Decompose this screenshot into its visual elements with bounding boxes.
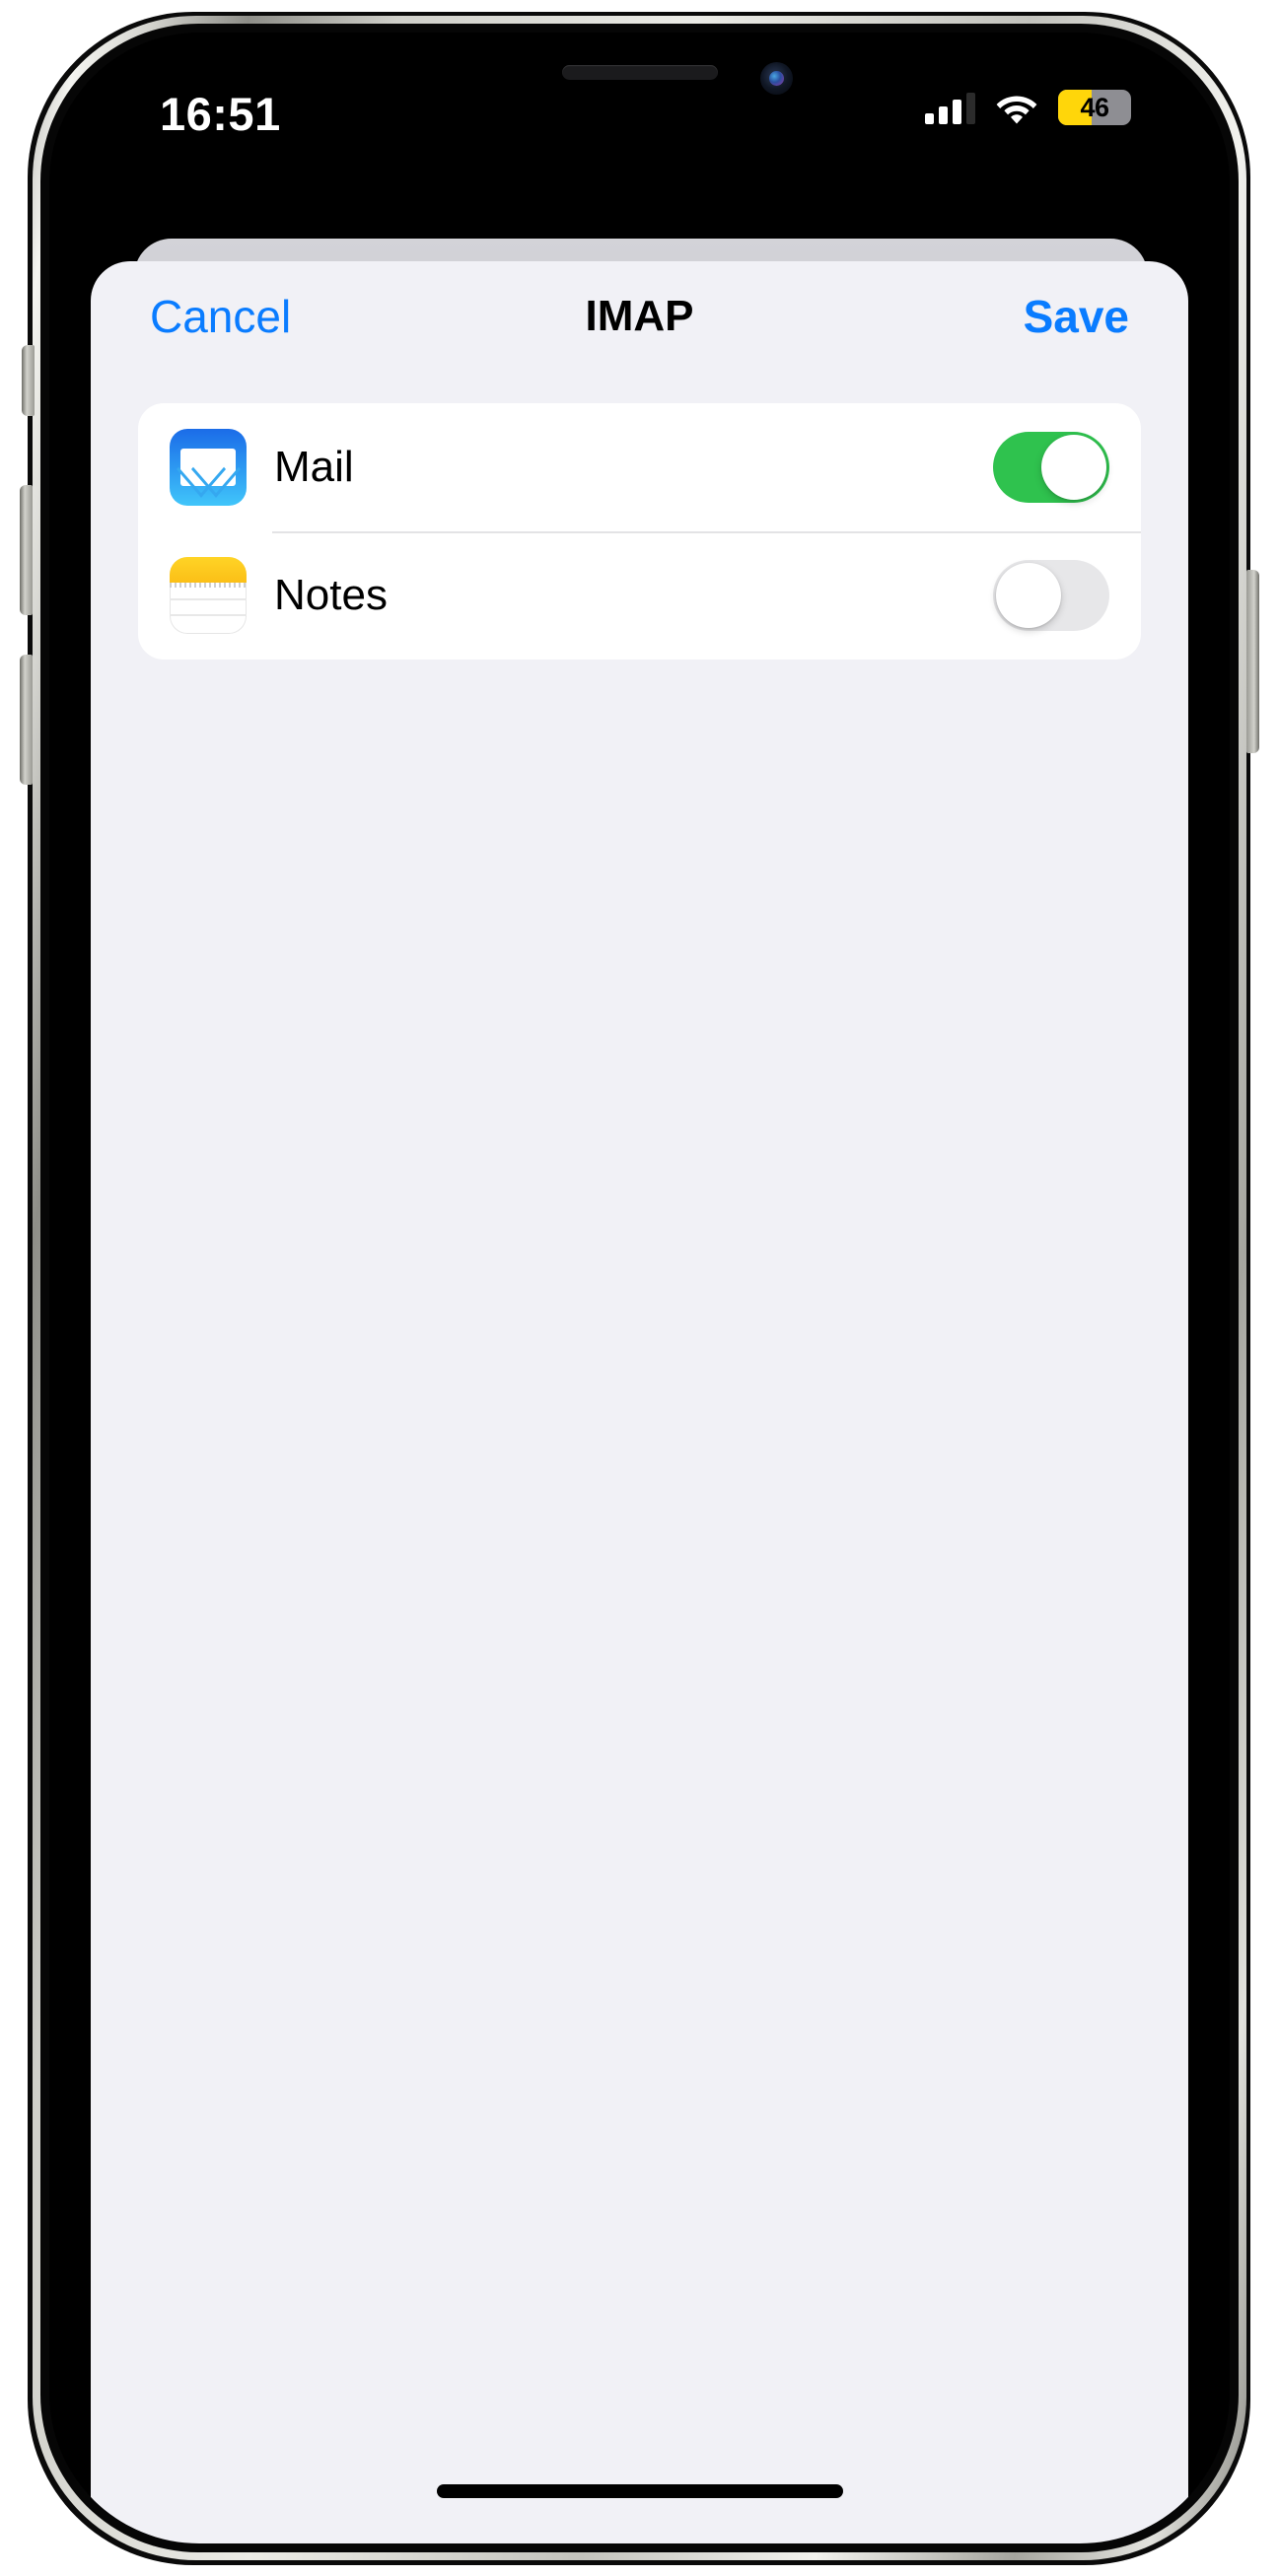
list-item-mail[interactable]: Mail	[138, 403, 1141, 531]
navigation-bar: Cancel IMAP Save	[91, 261, 1188, 372]
imap-settings-sheet: Cancel IMAP Save Mail Notes	[91, 261, 1188, 2543]
notes-icon-rule-line	[170, 598, 247, 600]
notes-icon-rule-line	[170, 614, 247, 616]
save-button[interactable]: Save	[1024, 294, 1129, 339]
status-bar: 16:51 46	[49, 33, 1230, 151]
volume-down-button[interactable]	[20, 655, 33, 785]
mail-toggle-knob	[1041, 435, 1106, 500]
list-item-label-mail: Mail	[274, 443, 354, 491]
volume-up-button[interactable]	[20, 485, 33, 615]
page-corner	[1249, 0, 1279, 138]
mute-switch-button[interactable]	[22, 345, 35, 416]
mail-toggle-switch[interactable]	[993, 432, 1109, 503]
services-list: Mail Notes	[138, 403, 1141, 660]
home-indicator[interactable]	[436, 2484, 843, 2498]
list-item-notes[interactable]: Notes	[138, 531, 1141, 660]
page-corner	[1249, 2438, 1279, 2576]
notes-icon-header-band	[170, 557, 247, 583]
envelope-icon	[180, 449, 236, 486]
cancel-button[interactable]: Cancel	[150, 294, 291, 339]
notes-app-icon	[170, 557, 247, 634]
list-item-label-notes: Notes	[274, 571, 388, 619]
notes-icon-perforation	[170, 583, 247, 588]
side-power-button[interactable]	[1246, 570, 1259, 753]
status-bar-indicators: 46	[925, 90, 1131, 125]
battery-percent-label: 46	[1080, 92, 1109, 122]
notes-toggle-switch[interactable]	[993, 560, 1109, 631]
battery-icon: 46	[1058, 90, 1131, 125]
status-bar-clock: 16:51	[160, 88, 281, 140]
page-corner	[0, 0, 30, 138]
notes-toggle-knob	[996, 563, 1061, 628]
page-corner	[0, 2438, 30, 2576]
screenshot-canvas: Cancel IMAP Save Mail Notes 16:51 46	[0, 0, 1279, 2576]
mail-app-icon	[170, 429, 247, 506]
phone-screen: Cancel IMAP Save Mail Notes 16:51 46	[49, 33, 1230, 2543]
wifi-icon	[995, 91, 1038, 124]
signal-bars-icon	[925, 91, 975, 124]
